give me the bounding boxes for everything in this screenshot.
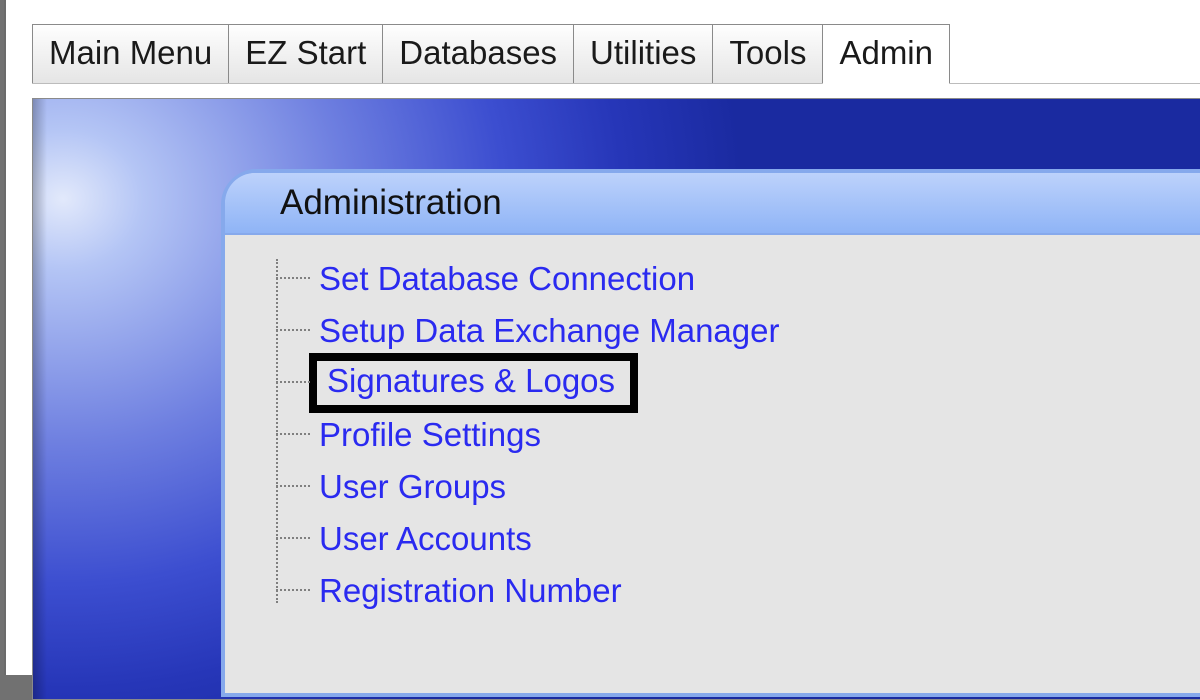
administration-header: Administration xyxy=(225,173,1200,235)
tab-tools[interactable]: Tools xyxy=(712,24,823,84)
tree-item-signatures-and-logos[interactable]: Signatures & Logos xyxy=(271,357,1200,409)
tab-underline xyxy=(32,83,1200,84)
tree-item-label: Set Database Connection xyxy=(319,260,695,298)
tab-utilities[interactable]: Utilities xyxy=(573,24,713,84)
app-window: Main Menu EZ Start Databases Utilities T… xyxy=(4,0,1200,675)
tree-item-profile-settings[interactable]: Profile Settings xyxy=(271,409,1200,461)
tab-strip: Main Menu EZ Start Databases Utilities T… xyxy=(32,24,949,84)
tab-main-menu[interactable]: Main Menu xyxy=(32,24,229,84)
tree-item-label: User Groups xyxy=(319,468,506,506)
tree-item-label: Setup Data Exchange Manager xyxy=(319,312,779,350)
admin-tree: Set Database Connection Setup Data Excha… xyxy=(271,253,1200,617)
tab-databases[interactable]: Databases xyxy=(382,24,574,84)
administration-groupbox: Administration Set Database Connection S… xyxy=(221,169,1200,697)
administration-body: Set Database Connection Setup Data Excha… xyxy=(225,235,1200,617)
tree-item-label: Profile Settings xyxy=(319,416,541,454)
tree-item-setup-data-exchange-manager[interactable]: Setup Data Exchange Manager xyxy=(271,305,1200,357)
tree-item-registration-number[interactable]: Registration Number xyxy=(271,565,1200,617)
tab-admin[interactable]: Admin xyxy=(822,24,950,84)
workspace-inner-shadow xyxy=(33,99,47,699)
tree-item-label: Signatures & Logos xyxy=(309,353,638,413)
workspace-panel: Administration Set Database Connection S… xyxy=(32,98,1200,700)
tree-item-label: Registration Number xyxy=(319,572,622,610)
tree-item-label: User Accounts xyxy=(319,520,532,558)
tree-item-user-groups[interactable]: User Groups xyxy=(271,461,1200,513)
tree-item-set-database-connection[interactable]: Set Database Connection xyxy=(271,253,1200,305)
tree-item-user-accounts[interactable]: User Accounts xyxy=(271,513,1200,565)
administration-title: Administration xyxy=(280,183,502,223)
tab-ez-start[interactable]: EZ Start xyxy=(228,24,383,84)
